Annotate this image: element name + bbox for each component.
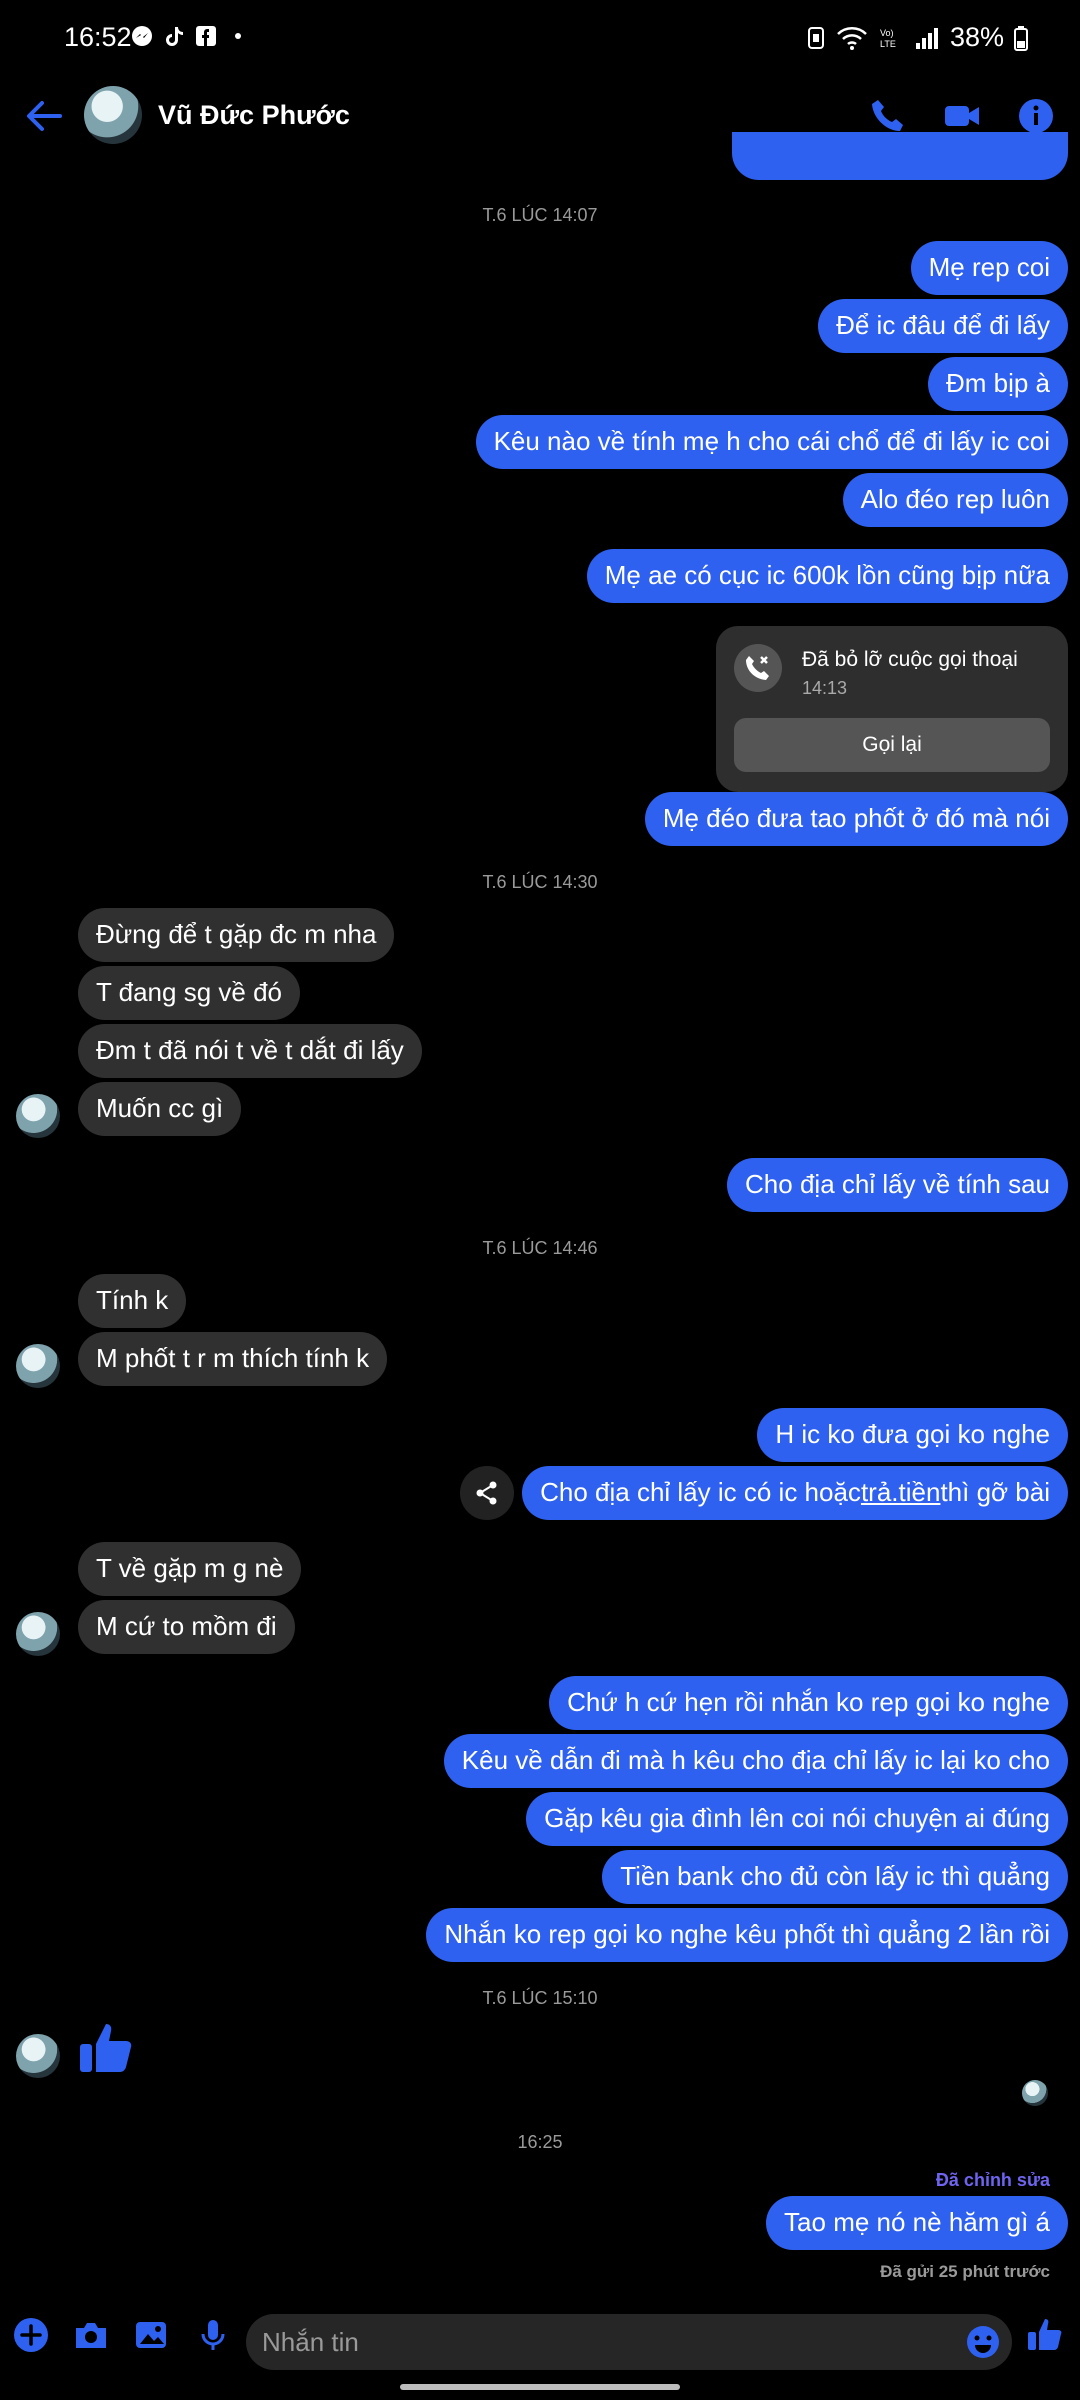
facebook-icon — [196, 26, 216, 46]
gallery-icon[interactable] — [132, 2316, 170, 2354]
message-outgoing[interactable]: Chứ h cứ hẹn rồi nhắn ko rep gọi ko nghe — [549, 1676, 1068, 1730]
system-status: Vo) LTE 38% — [806, 22, 1028, 53]
thumbs-up-icon[interactable] — [76, 2018, 136, 2078]
message-link[interactable]: trả.tiền — [861, 1476, 941, 1510]
status-bar: 16:52 Vo) LTE 38% — [0, 0, 1080, 80]
message-input[interactable]: Nhắn tin — [246, 2314, 1012, 2370]
timestamp: 16:25 — [517, 2132, 563, 2152]
message-incoming[interactable]: Đừng để t gặp đc m nha — [78, 908, 395, 962]
message-text: Cho địa chỉ lấy ic có ic hoặc — [540, 1477, 861, 1508]
share-icon — [476, 1481, 497, 1505]
missed-call-icon — [734, 644, 782, 692]
message-outgoing[interactable]: Tiền bank cho đủ còn lấy ic thì quẳng — [602, 1850, 1068, 1904]
message-outgoing[interactable]: Mẹ ae có cục ic 600k lồn cũng bịp nữa — [586, 549, 1068, 603]
thumbs-up-send-icon[interactable] — [1026, 2316, 1064, 2354]
wifi-icon — [837, 26, 867, 50]
message-incoming[interactable]: T về gặp m g nè — [78, 1542, 302, 1596]
signal-icon — [915, 27, 938, 49]
message-outgoing[interactable]: H ic ko đưa gọi ko nghe — [757, 1408, 1068, 1462]
volte-icon: Vo)LTE — [880, 28, 896, 49]
sender-avatar[interactable] — [16, 1094, 60, 1138]
message-incoming[interactable]: M cứ to mồm đi — [78, 1600, 295, 1654]
contact-avatar[interactable] — [84, 86, 142, 144]
message-outgoing[interactable]: Alo đéo rep luôn — [842, 473, 1068, 527]
status-time: 16:52 — [64, 22, 132, 52]
video-call-icon[interactable] — [942, 96, 982, 136]
phone-call-icon[interactable] — [868, 96, 908, 136]
message-incoming[interactable]: Đm t đã nói t về t dắt đi lấy — [78, 1024, 422, 1078]
message-outgoing[interactable]: Kêu nào về tính mẹ h cho cái chổ để đi l… — [475, 415, 1068, 469]
share-button[interactable] — [460, 1466, 514, 1520]
tiktok-icon — [166, 27, 183, 46]
message-outgoing[interactable]: Cho địa chỉ lấy về tính sau — [727, 1158, 1068, 1212]
message-partial-outgoing[interactable] — [732, 132, 1068, 180]
seen-avatar — [1022, 2080, 1048, 2106]
battery-percent: 38% — [949, 22, 1004, 52]
missed-call-title: Đã bỏ lỡ cuộc gọi thoại — [802, 648, 1018, 671]
svg-text:LTE: LTE — [880, 39, 896, 49]
missed-call-time: 14:13 — [802, 678, 848, 698]
timestamp: T.6 LÚC 15:10 — [482, 1988, 598, 2008]
svg-text:Vo): Vo) — [880, 28, 894, 38]
emoji-icon[interactable] — [964, 2323, 1002, 2361]
message-outgoing[interactable]: Để ic đâu để đi lấy — [818, 299, 1068, 353]
timestamp: T.6 LÚC 14:07 — [482, 205, 598, 225]
composer-bar: Nhắn tin — [0, 2300, 1080, 2370]
message-incoming[interactable]: Tính k — [78, 1274, 187, 1328]
message-outgoing[interactable]: Mẹ rep coi — [910, 241, 1068, 295]
message-outgoing[interactable]: Gặp kêu gia đình lên coi nói chuyện ai đ… — [526, 1792, 1068, 1846]
message-outgoing[interactable]: Nhắn ko rep gọi ko nghe kêu phốt thì quẳ… — [426, 1908, 1068, 1962]
microphone-icon[interactable] — [194, 2316, 232, 2354]
message-outgoing[interactable]: Mẹ đéo đưa tao phốt ở đó mà nói — [644, 792, 1068, 846]
contact-name[interactable]: Vũ Đức Phước — [158, 100, 350, 131]
message-outgoing[interactable]: Kêu về dẫn đi mà h kêu cho địa chỉ lấy i… — [443, 1734, 1068, 1788]
notification-icons — [130, 24, 250, 48]
home-indicator[interactable] — [400, 2384, 680, 2390]
back-arrow-icon[interactable] — [22, 94, 66, 138]
message-outgoing[interactable]: Đm bịp à — [927, 357, 1068, 411]
call-back-button[interactable]: Gọi lại — [734, 718, 1050, 772]
dot-icon — [235, 33, 241, 39]
edited-label: Đã chỉnh sửa — [935, 2170, 1050, 2190]
timestamp: T.6 LÚC 14:30 — [482, 872, 598, 892]
info-icon[interactable] — [1016, 96, 1056, 136]
message-incoming[interactable]: T đang sg về đó — [78, 966, 300, 1020]
messenger-icon — [132, 26, 152, 46]
sender-avatar[interactable] — [16, 2034, 60, 2078]
missed-call-card: Đã bỏ lỡ cuộc gọi thoại 14:13 Gọi lại — [716, 626, 1068, 792]
timestamp: T.6 LÚC 14:46 — [482, 1238, 598, 1258]
message-incoming[interactable]: M phốt t r m thích tính k — [78, 1332, 388, 1386]
battery-icon — [1014, 25, 1028, 51]
message-outgoing[interactable]: Tao mẹ nó nè hăm gì á — [766, 2196, 1068, 2250]
message-input-placeholder: Nhắn tin — [262, 2326, 359, 2357]
message-incoming[interactable]: Muốn cc gì — [78, 1082, 242, 1136]
message-outgoing-with-link[interactable]: Cho địa chỉ lấy ic có ic hoặc trả.tiền t… — [522, 1466, 1068, 1520]
message-text: thì gỡ bài — [940, 1477, 1050, 1508]
sent-status: Đã gửi 25 phút trước — [880, 2262, 1050, 2281]
sender-avatar[interactable] — [16, 1612, 60, 1656]
camera-icon[interactable] — [72, 2316, 110, 2354]
nfc-icon — [807, 26, 824, 49]
sender-avatar[interactable] — [16, 1344, 60, 1388]
plus-icon[interactable] — [12, 2316, 50, 2354]
